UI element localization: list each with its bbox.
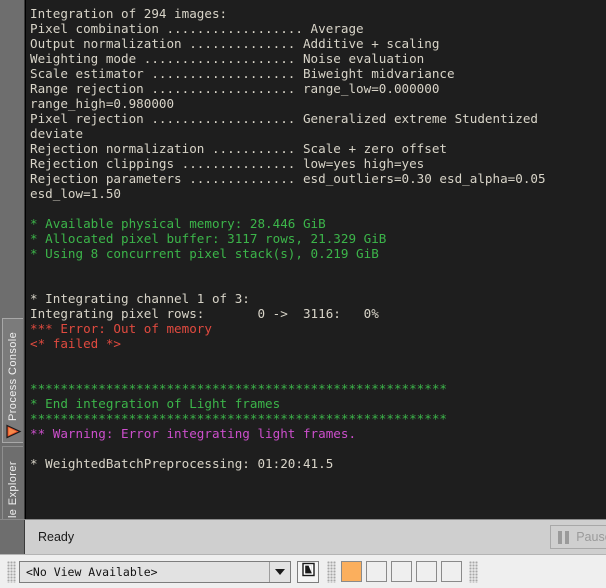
console-line: * Integrating channel 1 of 3:: [30, 291, 250, 306]
console-line: deviate: [30, 126, 84, 141]
status-bar: Ready Pause/Abort: [0, 519, 606, 554]
console-line: Pixel rejection ................... Gene…: [30, 111, 538, 126]
console-line: * Using 8 concurrent pixel stack(s), 0.2…: [30, 246, 379, 261]
sidebar-item-process-console[interactable]: Process Console: [2, 318, 23, 443]
console-line: Output normalization .............. Addi…: [30, 36, 440, 51]
pause-abort-label: Pause/Abort: [576, 530, 606, 544]
workspace-swatches: [341, 561, 466, 582]
console-line: Rejection parameters .............. esd_…: [30, 171, 546, 186]
status-rail-spacer: [0, 520, 25, 554]
workspace-swatch[interactable]: [391, 561, 412, 582]
view-properties-button[interactable]: [297, 560, 319, 583]
workspace-swatch[interactable]: [416, 561, 437, 582]
console-line: * Allocated pixel buffer: 3117 rows, 21.…: [30, 231, 387, 246]
console-line: <* failed *>: [30, 336, 121, 351]
status-message: Ready: [38, 530, 75, 544]
console-line: range_high=0.980000: [30, 96, 175, 111]
console-line: *** Error: Out of memory: [30, 321, 212, 336]
console-line: Scale estimator ................... Biwe…: [30, 66, 455, 81]
pixinsight-window: Process Console File Explorer Integratio…: [0, 0, 606, 588]
view-selector[interactable]: <No View Available>: [19, 560, 291, 583]
console-line: Weighting mode .................... Nois…: [30, 51, 425, 66]
console-line: esd_low=1.50: [30, 186, 121, 201]
console-output: Integration of 294 images: Pixel combinat…: [26, 0, 606, 471]
view-selector-value: <No View Available>: [26, 564, 158, 579]
workspace-swatch[interactable]: [341, 561, 362, 582]
left-tab-rail: Process Console File Explorer: [0, 0, 25, 550]
workspace-swatch[interactable]: [441, 561, 462, 582]
toolbar-grip-handle-3[interactable]: [469, 560, 478, 583]
console-line: * WeightedBatchPreprocessing: 01:20:41.5: [30, 456, 334, 471]
console-line: Range rejection ................... rang…: [30, 81, 440, 96]
bottom-toolbar: <No View Available>: [0, 554, 606, 588]
main-area: Process Console File Explorer Integratio…: [0, 0, 606, 550]
console-line: ****************************************…: [30, 411, 448, 426]
console-line: ** Warning: Error integrating light fram…: [30, 426, 357, 441]
sidebar-item-label: Process Console: [7, 331, 19, 421]
console-line: ****************************************…: [30, 381, 448, 396]
console-line: * End integration of Light frames: [30, 396, 281, 411]
console-line: Integration of 294 images:: [30, 6, 228, 21]
console-line: Rejection clippings ............... low=…: [30, 156, 425, 171]
sidebar-item-label: File Explorer: [7, 461, 19, 528]
pause-abort-button[interactable]: Pause/Abort: [550, 525, 606, 549]
console-line: Pixel combination .................. Ave…: [30, 21, 364, 36]
toolbar-grip-handle[interactable]: [7, 560, 16, 583]
console-line: * Available physical memory: 28.446 GiB: [30, 216, 326, 231]
chevron-down-icon[interactable]: [269, 561, 290, 582]
console-line: Rejection normalization ........... Scal…: [30, 141, 448, 156]
play-triangle-icon: [5, 424, 22, 439]
pause-icon: [558, 530, 570, 544]
workspace-swatch[interactable]: [366, 561, 387, 582]
process-console-panel[interactable]: Integration of 294 images: Pixel combinat…: [25, 0, 606, 519]
document-icon: [301, 562, 316, 582]
console-line: Integrating pixel rows: 0 -> 3116: 0%: [30, 306, 379, 321]
toolbar-grip-handle-2[interactable]: [327, 560, 336, 583]
